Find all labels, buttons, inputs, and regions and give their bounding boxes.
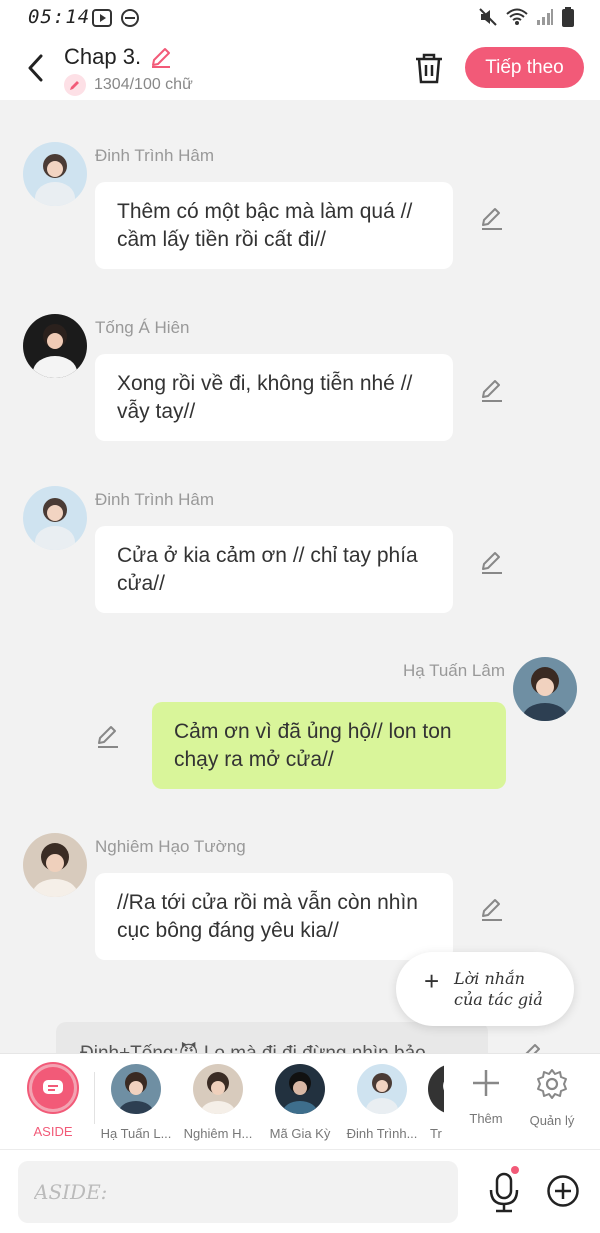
message-bubble[interactable]: Cảm ơn vì đã ủng hộ// lon ton chạy ra mở… — [152, 702, 506, 789]
pencil-icon — [482, 208, 502, 230]
edit-message-button[interactable] — [478, 895, 506, 923]
avatar — [428, 1064, 444, 1114]
character-chip[interactable]: Hạ Tuấn L... — [94, 1064, 178, 1141]
play-notification-icon — [92, 9, 112, 27]
sender-name: Đinh Trình Hâm — [95, 146, 215, 165]
manage-label: Quản lý — [529, 1113, 575, 1128]
aside-mode-button[interactable]: ASIDE — [22, 1062, 84, 1139]
notification-dot — [511, 1166, 519, 1174]
plus-circle-icon — [547, 1175, 579, 1207]
character-name: Tr — [430, 1126, 442, 1141]
status-bar: 05:14 — [0, 0, 600, 36]
add-character-button[interactable]: Thêm — [456, 1068, 516, 1126]
message-bubble[interactable]: //Ra tới cửa rồi mà vẫn còn nhìn cục bôn… — [95, 873, 453, 960]
chevron-left-icon — [28, 54, 43, 82]
editor-header: Chap 3. 1304/100 chữ Tiếp theo — [0, 36, 600, 100]
add-label: Thêm — [469, 1111, 503, 1126]
plus-icon: + — [424, 966, 440, 996]
avatar — [357, 1064, 407, 1114]
avatar[interactable] — [23, 314, 87, 378]
word-count-text: 1304/100 chữ — [94, 76, 193, 93]
author-note-label-line2: của tác giả — [454, 990, 543, 1009]
edit-message-button[interactable] — [478, 548, 506, 576]
chapter-title-text: Chap 3. — [64, 44, 142, 69]
do-not-disturb-icon — [121, 9, 139, 27]
sender-name: Đinh Trình Hâm — [95, 490, 215, 509]
pencil-icon — [98, 726, 118, 748]
sender-name: Nghiêm Hạo Tường — [95, 837, 246, 856]
avatar — [275, 1064, 325, 1114]
avatar — [193, 1064, 243, 1114]
signal-icon — [537, 9, 553, 25]
status-time: 05:14 — [28, 6, 91, 28]
sender-name: Tống Á Hiên — [95, 318, 190, 337]
delete-button[interactable] — [412, 50, 446, 86]
voice-input-button[interactable] — [484, 1166, 524, 1214]
edit-message-button[interactable] — [478, 376, 506, 404]
character-name: Đinh Trình... — [346, 1126, 418, 1141]
character-chip[interactable]: Nghiêm H... — [176, 1064, 260, 1141]
sender-name: Hạ Tuấn Lâm — [402, 661, 505, 680]
pencil-icon — [482, 899, 502, 921]
wifi-icon — [506, 8, 528, 25]
avatar[interactable] — [23, 486, 87, 550]
pencil-icon — [482, 380, 502, 402]
aside-label: ASIDE — [33, 1124, 73, 1139]
character-name: Hạ Tuấn L... — [100, 1126, 172, 1141]
plus-icon — [473, 1070, 499, 1096]
chapter-title[interactable]: Chap 3. — [64, 44, 173, 70]
author-note-label-line1: Lời nhắn — [454, 969, 525, 988]
manage-characters-button[interactable]: Quản lý — [522, 1068, 582, 1128]
avatar — [111, 1064, 161, 1114]
next-button[interactable]: Tiếp theo — [465, 47, 584, 88]
author-note-button[interactable]: + Lời nhắn của tác giả — [396, 952, 574, 1026]
gear-icon — [537, 1069, 567, 1099]
message-bubble[interactable]: Thêm có một bậc mà làm quá // cầm lấy ti… — [95, 182, 453, 269]
avatar[interactable] — [23, 833, 87, 897]
avatar[interactable] — [23, 142, 87, 206]
character-chip[interactable]: Đinh Trình... — [340, 1064, 424, 1141]
character-chip[interactable]: Mã Gia Kỳ — [258, 1064, 342, 1141]
input-bar — [0, 1149, 600, 1233]
edit-message-button[interactable] — [94, 722, 122, 750]
avatar[interactable] — [513, 657, 577, 721]
message-input[interactable] — [18, 1161, 458, 1223]
character-name: Mã Gia Kỳ — [269, 1126, 331, 1141]
trash-icon — [416, 53, 442, 84]
mute-icon — [479, 8, 497, 26]
attach-button[interactable] — [546, 1174, 580, 1208]
microphone-icon — [489, 1172, 519, 1213]
battery-icon — [562, 7, 574, 27]
pencil-badge-icon — [64, 74, 86, 96]
back-button[interactable] — [18, 48, 52, 88]
character-bar: ASIDE Hạ Tuấn L... Nghiêm H... Mã Gia Kỳ… — [0, 1053, 600, 1149]
word-count: 1304/100 chữ — [64, 74, 193, 96]
message-bubble[interactable]: Xong rồi về đi, không tiễn nhé // vẫy ta… — [95, 354, 453, 441]
message-bubble[interactable]: Cửa ở kia cảm ơn // chỉ tay phía cửa// — [95, 526, 453, 613]
edit-message-button[interactable] — [478, 204, 506, 232]
pencil-icon — [482, 552, 502, 574]
pencil-icon — [152, 48, 171, 68]
character-name: Nghiêm H... — [183, 1126, 253, 1141]
character-chip[interactable]: Tr — [414, 1064, 444, 1141]
chat-bubble-icon — [43, 1080, 63, 1094]
